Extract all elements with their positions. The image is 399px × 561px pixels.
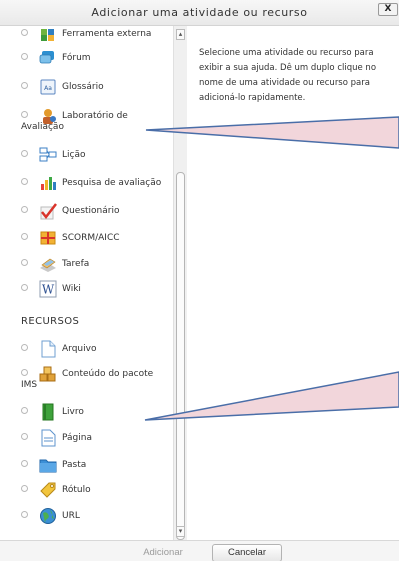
option-label: Livro <box>62 407 84 417</box>
option-radio[interactable] <box>21 344 28 351</box>
option-label-continued: IMS <box>21 380 38 390</box>
option-label: Arquivo <box>62 344 97 354</box>
option-radio[interactable] <box>21 460 28 467</box>
ims-package-icon <box>39 365 57 383</box>
option-radio[interactable] <box>21 206 28 213</box>
assignment-icon <box>39 255 57 273</box>
cancel-button[interactable]: Cancelar <box>212 544 282 561</box>
option-assignment[interactable]: Tarefa <box>0 255 173 277</box>
option-label: SCORM/AICC <box>62 233 120 243</box>
wiki-icon: W <box>39 280 57 298</box>
quiz-icon <box>39 202 57 220</box>
puzzle-icon <box>39 26 57 44</box>
option-label: URL <box>62 511 80 521</box>
option-glossary[interactable]: Aa Glossário <box>0 78 173 100</box>
option-url[interactable]: URL <box>0 507 173 529</box>
option-workshop[interactable]: Laboratório de Avaliação <box>0 107 173 137</box>
option-radio[interactable] <box>21 111 28 118</box>
scroll-up-arrow-icon[interactable]: ▴ <box>176 29 185 40</box>
option-radio[interactable] <box>21 407 28 414</box>
svg-text:Aa: Aa <box>44 85 52 92</box>
book-icon <box>39 403 57 421</box>
option-forum[interactable]: Fórum <box>0 49 173 71</box>
survey-icon <box>39 174 57 192</box>
add-button[interactable]: Adicionar <box>128 544 198 561</box>
section-heading-resources: RECURSOS <box>21 316 80 327</box>
option-label: Glossário <box>62 82 104 92</box>
dialog-title: Adicionar uma atividade ou recurso <box>91 6 308 19</box>
option-label: Questionário <box>62 206 120 216</box>
scorm-icon <box>39 229 57 247</box>
option-lesson[interactable]: Lição <box>0 146 173 168</box>
list-scrollbar[interactable]: ▴ ▾ <box>173 26 187 540</box>
option-survey[interactable]: Pesquisa de avaliação <box>0 174 173 196</box>
label-icon <box>39 481 57 499</box>
file-icon <box>39 340 57 358</box>
dialog-footer: Adicionar Cancelar <box>0 540 399 561</box>
option-label: Rótulo <box>62 485 91 495</box>
option-radio[interactable] <box>21 511 28 518</box>
option-label: Tarefa <box>62 259 90 269</box>
option-radio[interactable] <box>21 29 28 36</box>
option-radio[interactable] <box>21 284 28 291</box>
option-radio[interactable] <box>21 233 28 240</box>
option-label: Laboratório de <box>62 111 128 121</box>
option-radio[interactable] <box>21 369 28 376</box>
help-text: Selecione uma atividade ou recurso para … <box>199 48 377 103</box>
option-label: Conteúdo do pacote <box>62 369 154 379</box>
option-radio[interactable] <box>21 485 28 492</box>
option-book[interactable]: Livro <box>0 403 173 425</box>
option-quiz[interactable]: Questionário <box>0 202 173 224</box>
option-label-continued: Avaliação <box>21 122 64 132</box>
option-label: Pasta <box>62 460 87 470</box>
option-external-tool[interactable]: Ferramenta externa <box>0 28 173 42</box>
activity-chooser-list: Ferramenta externa Fórum Aa Glossário La… <box>0 26 173 540</box>
option-radio[interactable] <box>21 53 28 60</box>
option-radio[interactable] <box>21 82 28 89</box>
option-label: Lição <box>62 150 86 160</box>
option-file[interactable]: Arquivo <box>0 340 173 362</box>
option-label: Fórum <box>62 53 91 63</box>
forum-icon <box>39 49 57 67</box>
svg-text:W: W <box>42 283 55 297</box>
option-folder[interactable]: Pasta <box>0 456 173 478</box>
glossary-icon: Aa <box>39 78 57 96</box>
lesson-icon <box>39 146 57 164</box>
option-page[interactable]: Página <box>0 429 173 451</box>
close-button[interactable]: X <box>378 3 398 16</box>
option-label: Ferramenta externa <box>62 29 152 39</box>
folder-icon <box>39 456 57 474</box>
dialog-titlebar: Adicionar uma atividade ou recurso X <box>0 0 399 26</box>
option-label-resource[interactable]: Rótulo <box>0 481 173 503</box>
option-label: Página <box>62 433 92 443</box>
option-radio[interactable] <box>21 259 28 266</box>
url-icon <box>39 507 57 525</box>
scroll-down-arrow-icon[interactable]: ▾ <box>176 526 185 537</box>
option-radio[interactable] <box>21 178 28 185</box>
option-radio[interactable] <box>21 150 28 157</box>
option-ims-package[interactable]: Conteúdo do pacote IMS <box>0 365 173 395</box>
option-wiki[interactable]: W Wiki <box>0 280 173 302</box>
scrollbar-thumb[interactable] <box>176 172 185 540</box>
option-label: Wiki <box>62 284 81 294</box>
option-label: Pesquisa de avaliação <box>62 178 162 188</box>
page-icon <box>39 429 57 447</box>
option-scorm[interactable]: SCORM/AICC <box>0 229 173 251</box>
option-radio[interactable] <box>21 433 28 440</box>
